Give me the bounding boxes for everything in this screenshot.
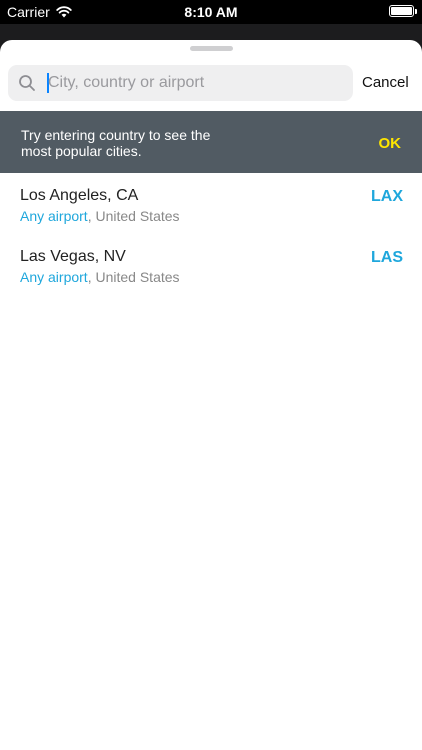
result-row[interactable]: Las Vegas, NV Any airport, United States… xyxy=(0,236,422,297)
airport-code: LAX xyxy=(371,188,403,205)
result-country: United States xyxy=(95,269,180,285)
any-airport-link[interactable]: Any airport xyxy=(20,208,88,224)
results-list: Los Angeles, CA Any airport, United Stat… xyxy=(0,175,422,297)
search-sheet: Cancel Try entering country to see the m… xyxy=(0,40,422,750)
search-icon xyxy=(19,75,35,91)
any-airport-link[interactable]: Any airport xyxy=(20,269,88,285)
result-subtitle: Any airport, United States xyxy=(20,269,180,285)
cancel-button[interactable]: Cancel xyxy=(362,74,409,91)
result-row[interactable]: Los Angeles, CA Any airport, United Stat… xyxy=(0,175,422,236)
search-input[interactable] xyxy=(48,65,348,101)
sheet-grabber[interactable] xyxy=(190,46,233,51)
result-subtitle: Any airport, United States xyxy=(20,208,180,224)
banner-ok-button[interactable]: OK xyxy=(379,135,402,152)
battery-icon xyxy=(389,5,417,17)
status-bar: Carrier 8:10 AM xyxy=(0,0,422,24)
result-city: Las Vegas, NV xyxy=(20,248,126,265)
status-time: 8:10 AM xyxy=(184,4,238,20)
airport-code: LAS xyxy=(371,249,403,266)
search-bar[interactable] xyxy=(8,65,353,101)
banner-message: Try entering country to see the most pop… xyxy=(21,127,211,159)
result-country: United States xyxy=(95,208,180,224)
result-city: Los Angeles, CA xyxy=(20,187,139,204)
hint-banner: Try entering country to see the most pop… xyxy=(0,111,422,173)
